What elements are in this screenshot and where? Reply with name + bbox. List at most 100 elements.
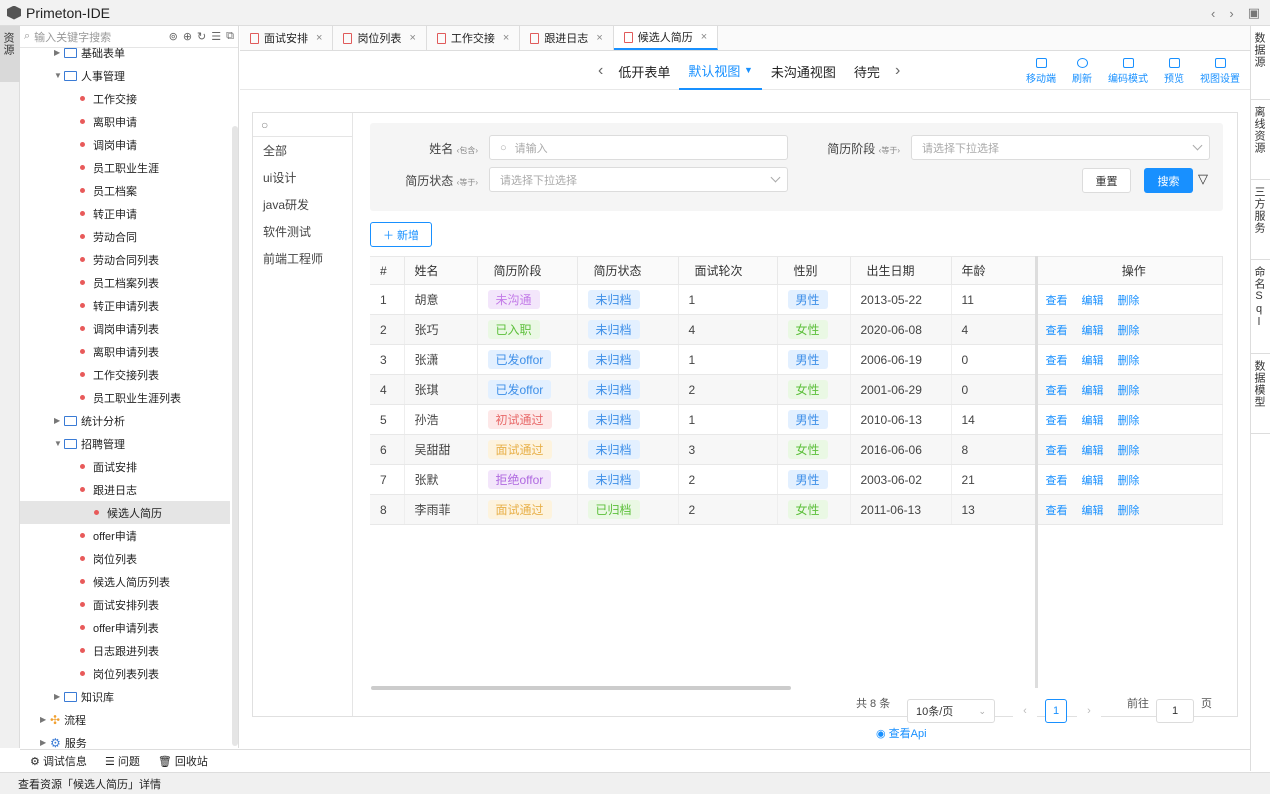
table-row[interactable]: 4 张琪 已发offor 未归档 2 女性 2001-06-29 0 查看 编辑 删除 [370, 374, 1223, 405]
view-link[interactable]: 查看 [1046, 505, 1068, 517]
reset-button[interactable]: 重置 [1082, 168, 1131, 193]
tree-node[interactable]: ▼ 招聘管理 [54, 432, 125, 455]
view-settings-button[interactable]: 视图设置 [1200, 58, 1240, 85]
status-select[interactable]: 请选择下拉选择 [489, 167, 788, 192]
table-row[interactable]: 7 张默 拒绝offor 未归档 2 男性 2003-06-02 21 查看 编辑 删除 [370, 464, 1223, 495]
view-link[interactable]: 查看 [1046, 325, 1068, 337]
view-link[interactable]: 查看 [1046, 355, 1068, 367]
tree-node[interactable]: 劳动合同 [80, 225, 137, 248]
edit-link[interactable]: 编辑 [1082, 385, 1104, 397]
category-item[interactable]: 前端工程师 [253, 245, 352, 272]
problems-button[interactable]: ☰ 问题 [105, 753, 140, 769]
close-icon[interactable]: × [701, 31, 707, 43]
page-1-button[interactable]: 1 [1045, 699, 1067, 723]
tree-node[interactable]: 工作交接列表 [80, 363, 159, 386]
tree-node[interactable]: 调岗申请 [80, 133, 137, 156]
right-tab-offline[interactable]: 离线资源 [1251, 100, 1270, 180]
tree-node[interactable]: ▼ 人事管理 [54, 64, 125, 87]
tree-node[interactable]: 候选人简历 [20, 501, 230, 524]
tree-node[interactable]: 工作交接 [80, 87, 137, 110]
filter-funnel-icon[interactable]: ▽ [1198, 171, 1208, 187]
mobile-button[interactable]: 移动端 [1026, 58, 1056, 85]
tree-node[interactable]: 员工档案 [80, 179, 137, 202]
chevron-right-icon[interactable]: ▶ [54, 416, 64, 425]
view-api-link[interactable]: ◉ 查看Api [876, 725, 927, 741]
tree-node[interactable]: ▶ 基础表单 [54, 41, 125, 64]
edit-link[interactable]: 编辑 [1082, 355, 1104, 367]
tree-search[interactable]: ⌕ 输入关键字搜索 ⊚ ⊕ ↻ ☰ ⧉ [20, 26, 238, 48]
recycle-bin-button[interactable]: 🗑 回收站 [158, 753, 208, 769]
goto-page-input[interactable]: 1 [1156, 699, 1194, 723]
view-link[interactable]: 查看 [1046, 445, 1068, 457]
stage-select[interactable]: 请选择下拉选择 [911, 135, 1210, 160]
tree-node[interactable]: 面试安排列表 [80, 593, 159, 616]
delete-link[interactable]: 删除 [1118, 325, 1140, 337]
debug-info-button[interactable]: ⚙ 调试信息 [30, 753, 87, 769]
view-link[interactable]: 查看 [1046, 415, 1068, 427]
view-default[interactable]: 默认视图 ▼ [679, 52, 762, 90]
view-link[interactable]: 查看 [1046, 295, 1068, 307]
export-icon[interactable]: ⧉ [226, 30, 234, 43]
right-tab-datamodel[interactable]: 数据模型 [1251, 354, 1270, 434]
view-prev-icon[interactable]: ‹ [592, 62, 609, 80]
delete-link[interactable]: 删除 [1118, 355, 1140, 367]
table-row[interactable]: 5 孙浩 初试通过 未归档 1 男性 2010-06-13 14 查看 编辑 删除 [370, 404, 1223, 435]
delete-link[interactable]: 删除 [1118, 295, 1140, 307]
tree-node[interactable]: 转正申请列表 [80, 294, 159, 317]
tree-scrollbar[interactable] [232, 126, 238, 746]
next-page-button[interactable]: › [1077, 699, 1101, 723]
close-icon[interactable]: × [596, 32, 602, 44]
editor-tab[interactable]: 岗位列表 × [333, 26, 427, 50]
edit-link[interactable]: 编辑 [1082, 325, 1104, 337]
right-tab-thirdparty[interactable]: 三方服务 [1251, 180, 1270, 260]
close-icon[interactable]: × [409, 32, 415, 44]
view-link[interactable]: 查看 [1046, 385, 1068, 397]
tree-node[interactable]: 员工职业生涯 [80, 156, 159, 179]
add-icon[interactable]: ⊕ [183, 30, 192, 43]
category-item[interactable]: 全部 [253, 137, 352, 164]
tree-node[interactable]: 日志跟进列表 [80, 639, 159, 662]
table-row[interactable]: 8 李雨菲 面试通过 已归档 2 女性 2011-06-13 13 查看 编辑 删除 [370, 494, 1223, 525]
resource-tab[interactable]: 资源 [0, 26, 20, 82]
tree-node[interactable]: ▶ 统计分析 [54, 409, 125, 432]
category-item[interactable]: java研发 [253, 191, 352, 218]
delete-link[interactable]: 删除 [1118, 385, 1140, 397]
tree-node[interactable]: ▶ ✣ 流程 [40, 708, 86, 731]
tree-node[interactable]: 调岗申请列表 [80, 317, 159, 340]
editor-tab[interactable]: 面试安排 × [240, 26, 334, 50]
chevron-right-icon[interactable]: ▶ [54, 48, 64, 57]
tree-node[interactable]: offer申请 [80, 524, 137, 547]
tree-node[interactable]: offer申请列表 [80, 616, 159, 639]
delete-link[interactable]: 删除 [1118, 505, 1140, 517]
delete-link[interactable]: 删除 [1118, 475, 1140, 487]
page-size-select[interactable]: 10条/页 ⌄ [907, 699, 995, 723]
tree-node[interactable]: 员工职业生涯列表 [80, 386, 181, 409]
chevron-right-icon[interactable]: ▶ [40, 738, 50, 747]
chevron-right-icon[interactable]: ▶ [54, 692, 64, 701]
table-row[interactable]: 3 张潇 已发offor 未归档 1 男性 2006-06-19 0 查看 编辑 删除 [370, 344, 1223, 375]
tree-node[interactable]: ▶ ⚙ 服务 [40, 731, 87, 749]
chevron-right-icon[interactable]: ▶ [40, 715, 50, 724]
editor-tab[interactable]: 跟进日志 × [520, 26, 614, 50]
right-tab-namedsql[interactable]: 命名Sql [1251, 260, 1270, 354]
table-row[interactable]: 6 吴甜甜 面试通过 未归档 3 女性 2016-06-06 8 查看 编辑 删除 [370, 434, 1223, 465]
tree-node[interactable]: 转正申请 [80, 202, 137, 225]
chevron-down-icon[interactable]: ▼ [54, 439, 64, 448]
close-icon[interactable]: × [316, 32, 322, 44]
tree-node[interactable]: ▶ 知识库 [54, 685, 114, 708]
view-pending[interactable]: 待完 [845, 52, 889, 90]
chevron-down-icon[interactable]: ▼ [54, 71, 64, 80]
close-icon[interactable]: × [503, 32, 509, 44]
category-search[interactable]: ○ [253, 113, 352, 137]
collapse-icon[interactable]: ☰ [211, 30, 221, 43]
refresh-button[interactable]: 刷新 [1072, 58, 1092, 85]
nav-forward-icon[interactable]: › [1229, 6, 1233, 21]
tree-node[interactable]: 员工档案列表 [80, 271, 159, 294]
editor-tab[interactable]: 工作交接 × [427, 26, 521, 50]
prev-page-button[interactable]: ‹ [1013, 699, 1037, 723]
view-lowcode-form[interactable]: 低开表单 [609, 52, 679, 90]
tree-node[interactable]: 离职申请列表 [80, 340, 159, 363]
edit-link[interactable]: 编辑 [1082, 445, 1104, 457]
tree-node[interactable]: 面试安排 [80, 455, 137, 478]
edit-link[interactable]: 编辑 [1082, 295, 1104, 307]
